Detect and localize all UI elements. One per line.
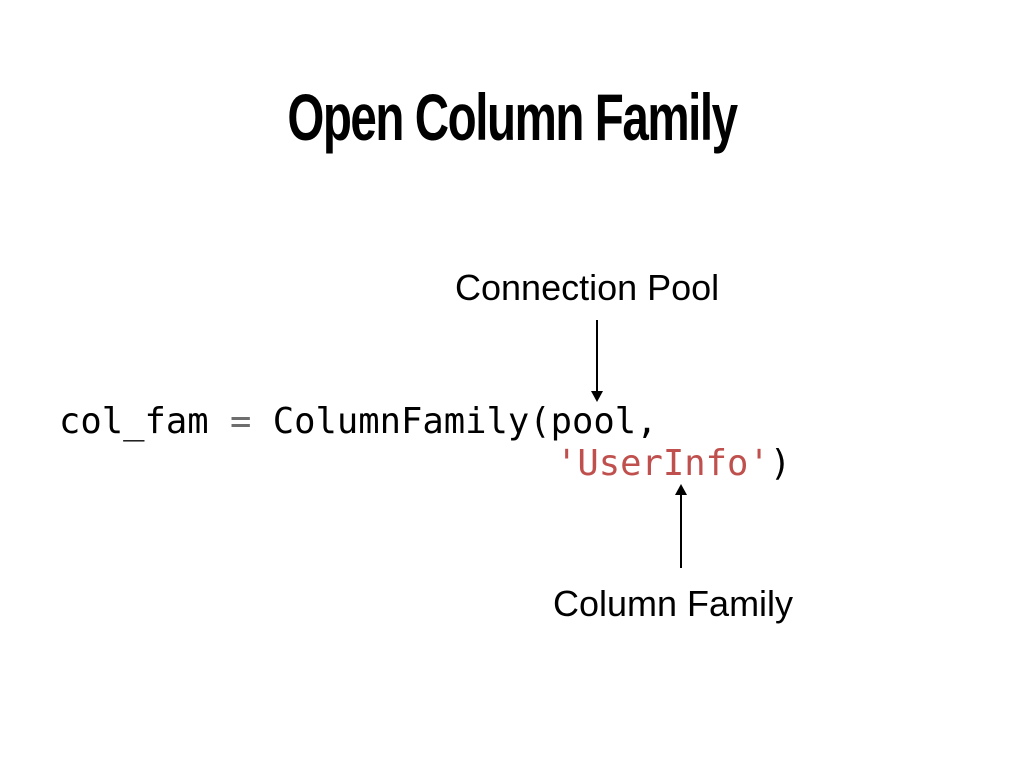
slide: Open Column Family Connection Pool col_f…	[0, 0, 1024, 768]
down-arrow-icon	[591, 320, 603, 402]
up-arrow-icon	[675, 484, 687, 568]
annotation-arrows	[591, 320, 687, 568]
